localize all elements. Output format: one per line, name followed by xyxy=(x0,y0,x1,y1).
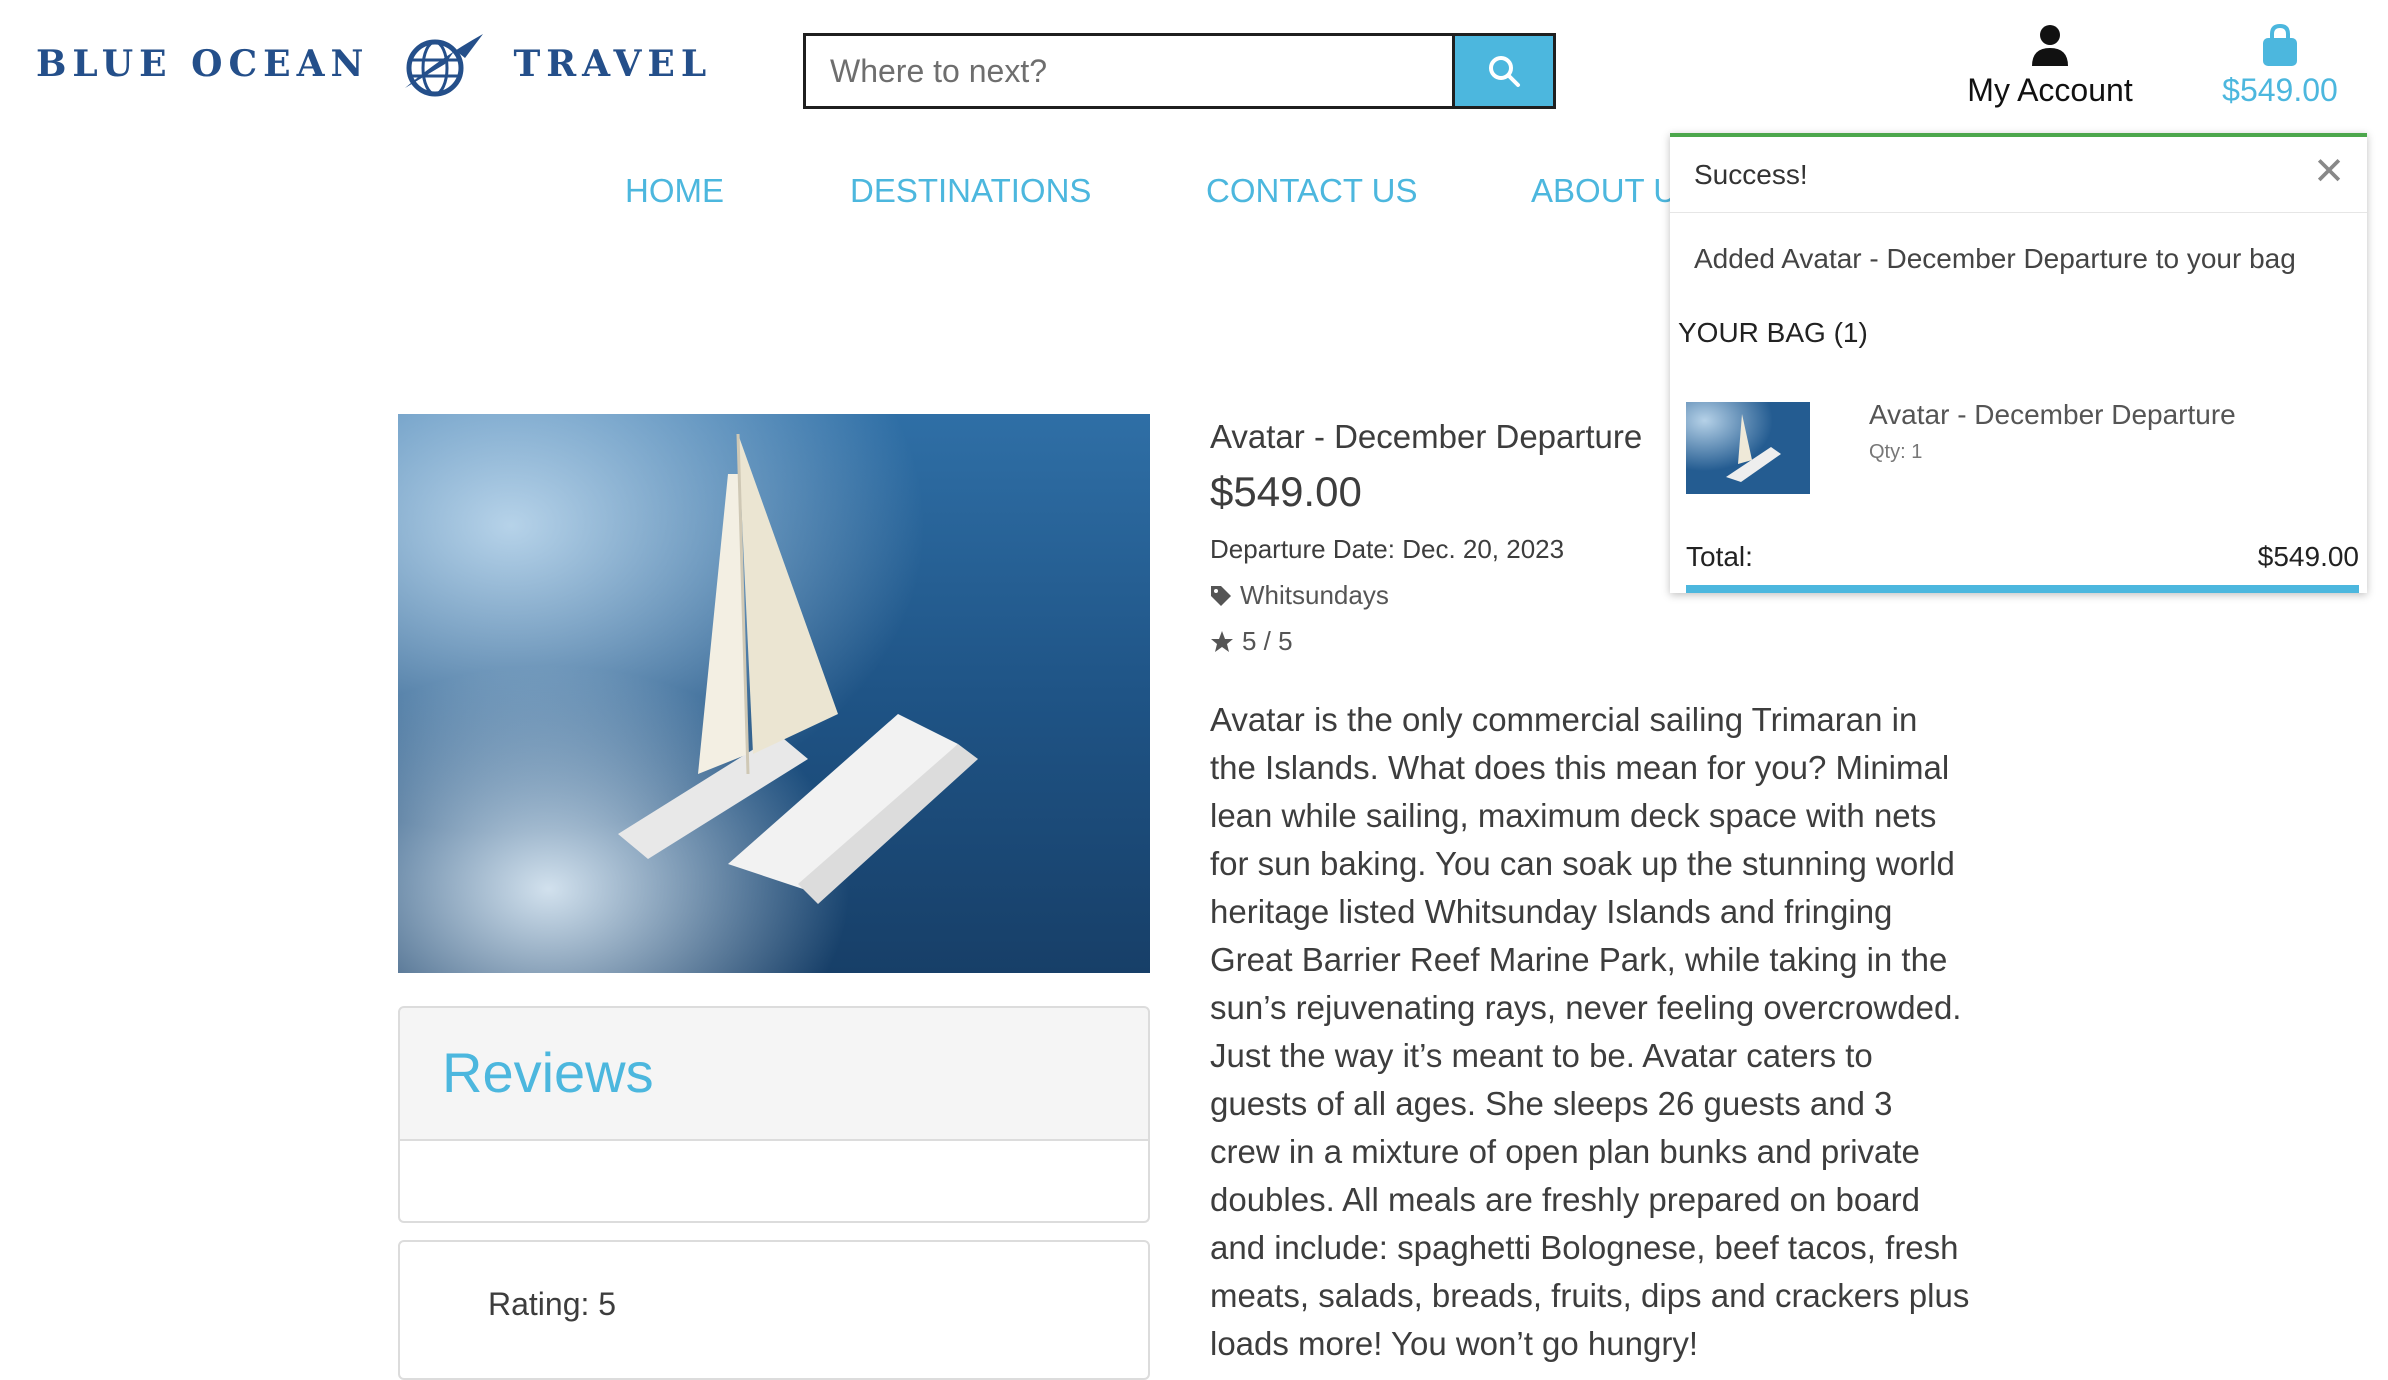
toast-bag-heading: YOUR BAG (1) xyxy=(1678,317,1868,348)
reviews-header: Reviews xyxy=(398,1006,1150,1141)
nav-contact-us[interactable]: CONTACT US xyxy=(1206,172,1417,210)
toast-title: Success! xyxy=(1694,159,1808,190)
logo-text-left: BLUE OCEAN xyxy=(36,43,370,85)
catamaran-sailing-photo xyxy=(398,414,1150,973)
nav-home[interactable]: HOME xyxy=(625,172,724,210)
review-card: Rating: 5 xyxy=(398,1240,1150,1380)
close-icon[interactable]: ✕ xyxy=(2313,153,2345,191)
site-logo[interactable]: BLUE OCEAN TRAVEL xyxy=(36,24,712,104)
product-price: $549.00 xyxy=(1210,468,1362,515)
product-description: Avatar is the only commercial sailing Tr… xyxy=(1210,701,1970,1362)
logo-text-right: TRAVEL xyxy=(513,43,713,85)
review-rating: Rating: 5 xyxy=(488,1286,617,1322)
nav-destinations[interactable]: DESTINATIONS xyxy=(850,172,1091,210)
catamaran-thumbnail xyxy=(1686,402,1810,494)
star-icon xyxy=(1211,630,1233,652)
search-input[interactable] xyxy=(806,36,1452,106)
bag-total: $549.00 xyxy=(2222,72,2338,108)
toast-progress-bar xyxy=(1686,585,2359,593)
category-label: Whitsundays xyxy=(1240,580,1389,610)
departure-date: Departure Date: Dec. 20, 2023 xyxy=(1210,534,1565,564)
my-account-label: My Account xyxy=(1967,72,2133,108)
bag-item-thumbnail xyxy=(1686,402,1810,494)
reviews-body xyxy=(398,1141,1150,1223)
product-title: Avatar - December Departure xyxy=(1210,418,1643,455)
search-icon xyxy=(1489,56,1520,87)
search-bar xyxy=(803,33,1556,109)
bag-item-qty: Qty: 1 xyxy=(1869,441,1923,463)
shopping-bag-link[interactable]: $549.00 xyxy=(2195,24,2365,109)
toast-header: Success! ✕ xyxy=(1670,137,2367,213)
toast-total-label: Total: xyxy=(1686,541,1753,572)
my-account-link[interactable]: My Account xyxy=(1950,24,2150,109)
product-rating: 5 / 5 xyxy=(1210,626,1293,657)
shopping-bag-icon xyxy=(2263,24,2297,66)
reviews-heading: Reviews xyxy=(442,1041,654,1104)
nav-about-us[interactable]: ABOUT U xyxy=(1531,172,1677,210)
globe-plane-logo-icon xyxy=(405,34,484,97)
toast-total-value: $549.00 xyxy=(2257,541,2359,572)
product-image xyxy=(398,414,1150,973)
tag-icon xyxy=(1211,585,1231,606)
user-icon xyxy=(2032,25,2068,66)
success-toast: Success! ✕ Added Avatar - December Depar… xyxy=(1670,133,2367,593)
bag-item-name: Avatar - December Departure xyxy=(1869,399,2236,430)
product-category[interactable]: Whitsundays xyxy=(1210,580,1389,611)
search-button[interactable] xyxy=(1452,36,1553,106)
toast-message: Added Avatar - December Departure to you… xyxy=(1694,243,2296,274)
rating-value: 5 / 5 xyxy=(1242,626,1293,656)
